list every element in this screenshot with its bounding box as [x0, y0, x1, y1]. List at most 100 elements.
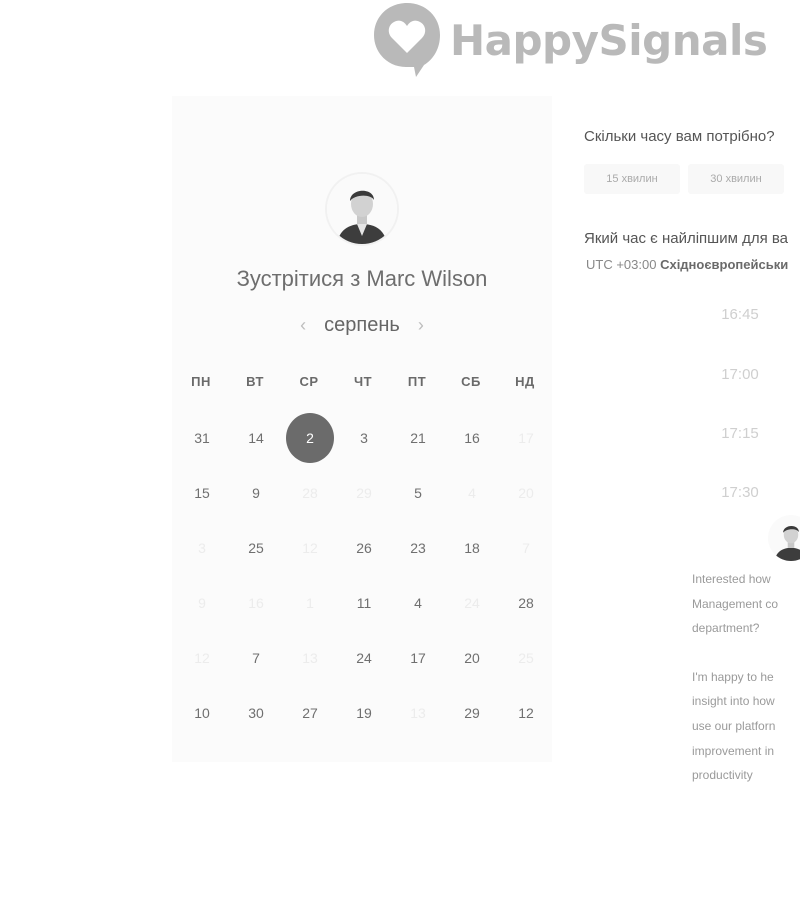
calendar-day: 17: [499, 410, 553, 465]
calendar-day[interactable]: 7: [229, 630, 283, 685]
calendar-day[interactable]: 28: [499, 575, 553, 630]
time-slot[interactable]: 17:00: [706, 366, 774, 383]
calendar-day: 1: [283, 575, 337, 630]
day-number: 9: [198, 594, 206, 611]
weekday-label: НД: [515, 374, 535, 389]
timezone-label[interactable]: UTC +03:00 Східноєвропейськи: [586, 257, 788, 272]
day-number: 29: [356, 484, 372, 501]
day-number: 26: [356, 539, 372, 556]
calendar-day: 13: [283, 630, 337, 685]
weekday-label: СР: [299, 374, 319, 389]
calendar-day: 13: [391, 685, 445, 740]
calendar-day[interactable]: 18: [445, 520, 499, 575]
calendar-day[interactable]: 31: [175, 410, 229, 465]
day-number: 24: [356, 649, 372, 666]
calendar-day[interactable]: 4: [391, 575, 445, 630]
chevron-right-icon[interactable]: ›: [418, 315, 424, 336]
day-number: 25: [248, 539, 264, 556]
calendar-day: 12: [175, 630, 229, 685]
day-number: 24: [464, 594, 480, 611]
weekday-label: ПН: [191, 374, 211, 389]
calendar-day: 4: [445, 465, 499, 520]
calendar-day[interactable]: 16: [445, 410, 499, 465]
chevron-left-icon[interactable]: ‹: [300, 315, 306, 336]
calendar-day: 12: [283, 520, 337, 575]
calendar-day: 28: [283, 465, 337, 520]
calendar-day[interactable]: 3: [337, 410, 391, 465]
duration-question: Скільки часу вам потрібно?: [584, 128, 775, 145]
calendar-day[interactable]: 5: [391, 465, 445, 520]
weekday-label: СБ: [461, 374, 481, 389]
calendar-day-selected[interactable]: 2: [283, 410, 337, 465]
calendar-day[interactable]: 30: [229, 685, 283, 740]
calendar-day: 16: [229, 575, 283, 630]
calendar-day[interactable]: 29: [445, 685, 499, 740]
weekday-label: ЧТ: [353, 374, 373, 389]
day-number: 17: [518, 429, 534, 446]
calendar-day[interactable]: 9: [229, 465, 283, 520]
day-grid: 31 14 2 3 21 16 17 15 9 28 29 5 4 20 3 25 12 26 23 18 7 9 16 1 1…: [175, 410, 553, 740]
calendar-day: 25: [499, 630, 553, 685]
calendar-day[interactable]: 11: [337, 575, 391, 630]
calendar-day[interactable]: 23: [391, 520, 445, 575]
month-label: серпень: [324, 314, 400, 336]
time-slot[interactable]: 17:15: [706, 425, 774, 442]
time-slot[interactable]: 17:30: [706, 484, 774, 501]
calendar-day[interactable]: 27: [283, 685, 337, 740]
day-number: 27: [302, 704, 318, 721]
duration-15-button[interactable]: 15 хвилин: [584, 164, 680, 194]
message-line: department?: [692, 621, 760, 636]
day-number: 12: [518, 704, 534, 721]
calendar-day: 9: [175, 575, 229, 630]
calendar-day: 29: [337, 465, 391, 520]
day-number: 7: [252, 649, 260, 666]
day-number: 5: [414, 484, 422, 501]
calendar-day: 7: [499, 520, 553, 575]
title-prefix: Зустрітися з: [236, 266, 361, 291]
day-number: 16: [464, 429, 480, 446]
day-number: 12: [194, 649, 210, 666]
calendar-day[interactable]: 25: [229, 520, 283, 575]
time-question: Який час є найліпшим для ва: [584, 230, 789, 247]
timezone-offset: UTC +03:00: [586, 257, 657, 272]
day-number: 31: [194, 429, 210, 446]
day-number: 9: [252, 484, 260, 501]
day-number: 14: [248, 429, 264, 446]
calendar-day[interactable]: 17: [391, 630, 445, 685]
calendar-panel: Зустрітися з Marc Wilson ‹ серпень › ПН В…: [172, 96, 552, 762]
day-number: 28: [302, 484, 318, 501]
host-avatar: [327, 174, 397, 244]
day-number: 11: [356, 594, 372, 611]
day-number: 4: [468, 484, 476, 501]
message-line: insight into how: [692, 694, 775, 709]
day-number: 7: [522, 539, 530, 556]
day-number: 30: [248, 704, 264, 721]
host-name: Marc Wilson: [366, 266, 488, 291]
calendar-day[interactable]: 21: [391, 410, 445, 465]
day-number: 28: [518, 594, 534, 611]
day-number: 16: [248, 594, 264, 611]
day-number: 12: [302, 539, 318, 556]
weekday-label: ПТ: [407, 374, 427, 389]
calendar-day: 20: [499, 465, 553, 520]
calendar-day[interactable]: 24: [337, 630, 391, 685]
day-number: 13: [410, 704, 426, 721]
day-number: 19: [356, 704, 372, 721]
time-slot[interactable]: 16:45: [706, 306, 774, 323]
day-number: 20: [518, 484, 534, 501]
message-line: I'm happy to he: [692, 669, 774, 684]
calendar-day[interactable]: 12: [499, 685, 553, 740]
calendar-day[interactable]: 19: [337, 685, 391, 740]
day-number: 3: [360, 429, 368, 446]
duration-30-button[interactable]: 30 хвилин: [688, 164, 784, 194]
calendar-day[interactable]: 14: [229, 410, 283, 465]
calendar-day[interactable]: 20: [445, 630, 499, 685]
timezone-name: Східноєвропейськи: [660, 257, 789, 272]
day-number: 25: [518, 649, 534, 666]
weekday-label: ВТ: [246, 374, 264, 389]
calendar-day[interactable]: 26: [337, 520, 391, 575]
calendar-day[interactable]: 10: [175, 685, 229, 740]
message-line: use our platforn: [692, 718, 776, 733]
calendar-day[interactable]: 15: [175, 465, 229, 520]
message-line: productivity: [692, 768, 753, 783]
